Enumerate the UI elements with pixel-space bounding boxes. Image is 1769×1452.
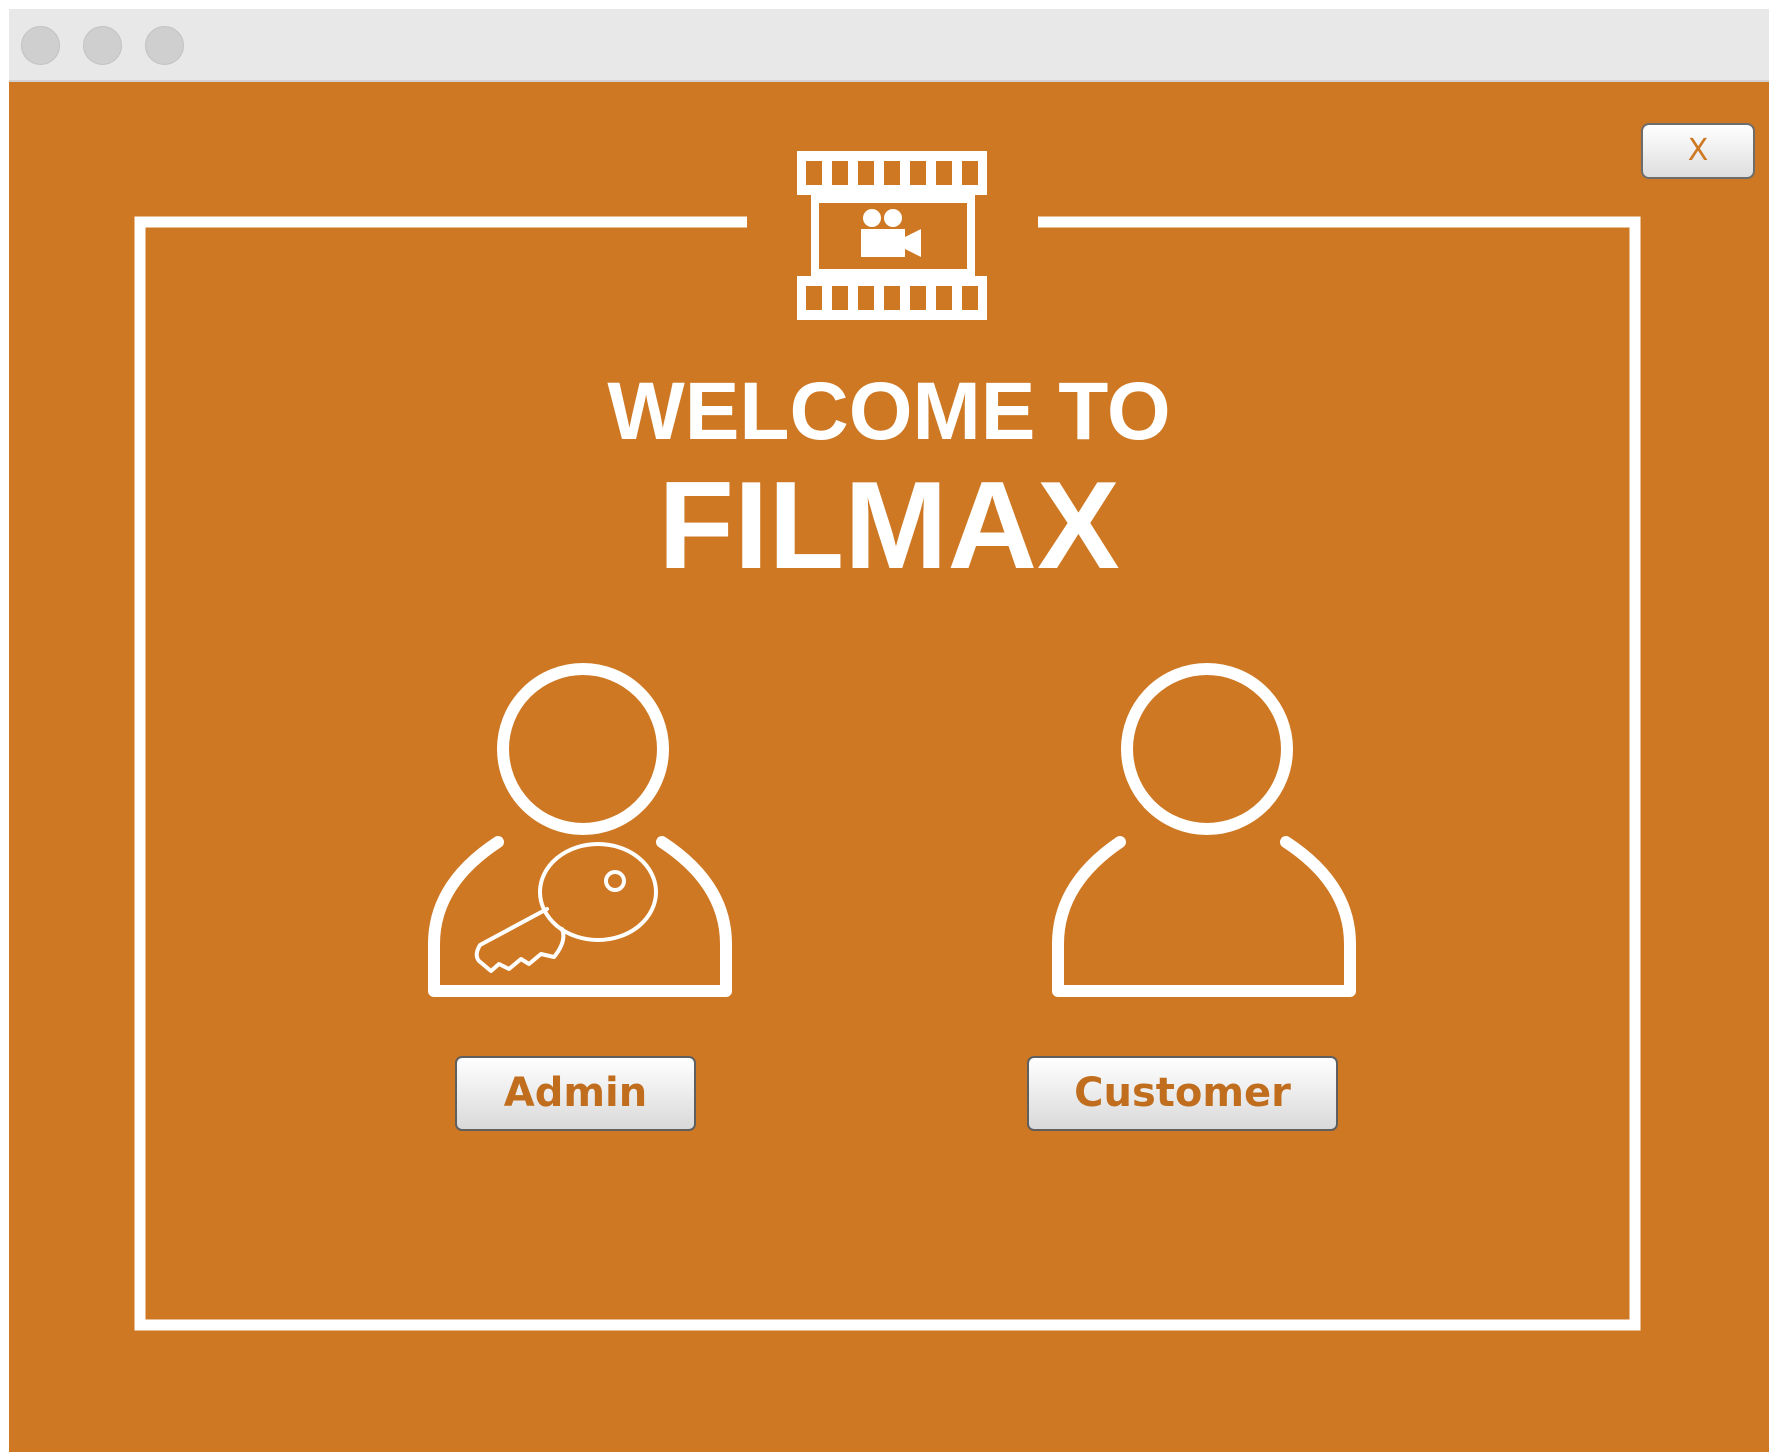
admin-button[interactable]: Admin — [455, 1056, 696, 1131]
welcome-heading: WELCOME TO — [607, 366, 1171, 457]
user-key-icon — [428, 663, 732, 997]
customer-button[interactable]: Customer — [1027, 1056, 1338, 1131]
user-icon — [1052, 663, 1356, 997]
close-button[interactable]: X — [1641, 123, 1755, 179]
film-camera-icon — [797, 151, 987, 320]
app-window: X WELCOME TO FILMAX Admin Customer — [9, 9, 1769, 1452]
app-name-heading: FILMAX — [658, 457, 1120, 595]
decorative-frame — [134, 151, 1641, 1331]
key-icon — [474, 842, 658, 973]
